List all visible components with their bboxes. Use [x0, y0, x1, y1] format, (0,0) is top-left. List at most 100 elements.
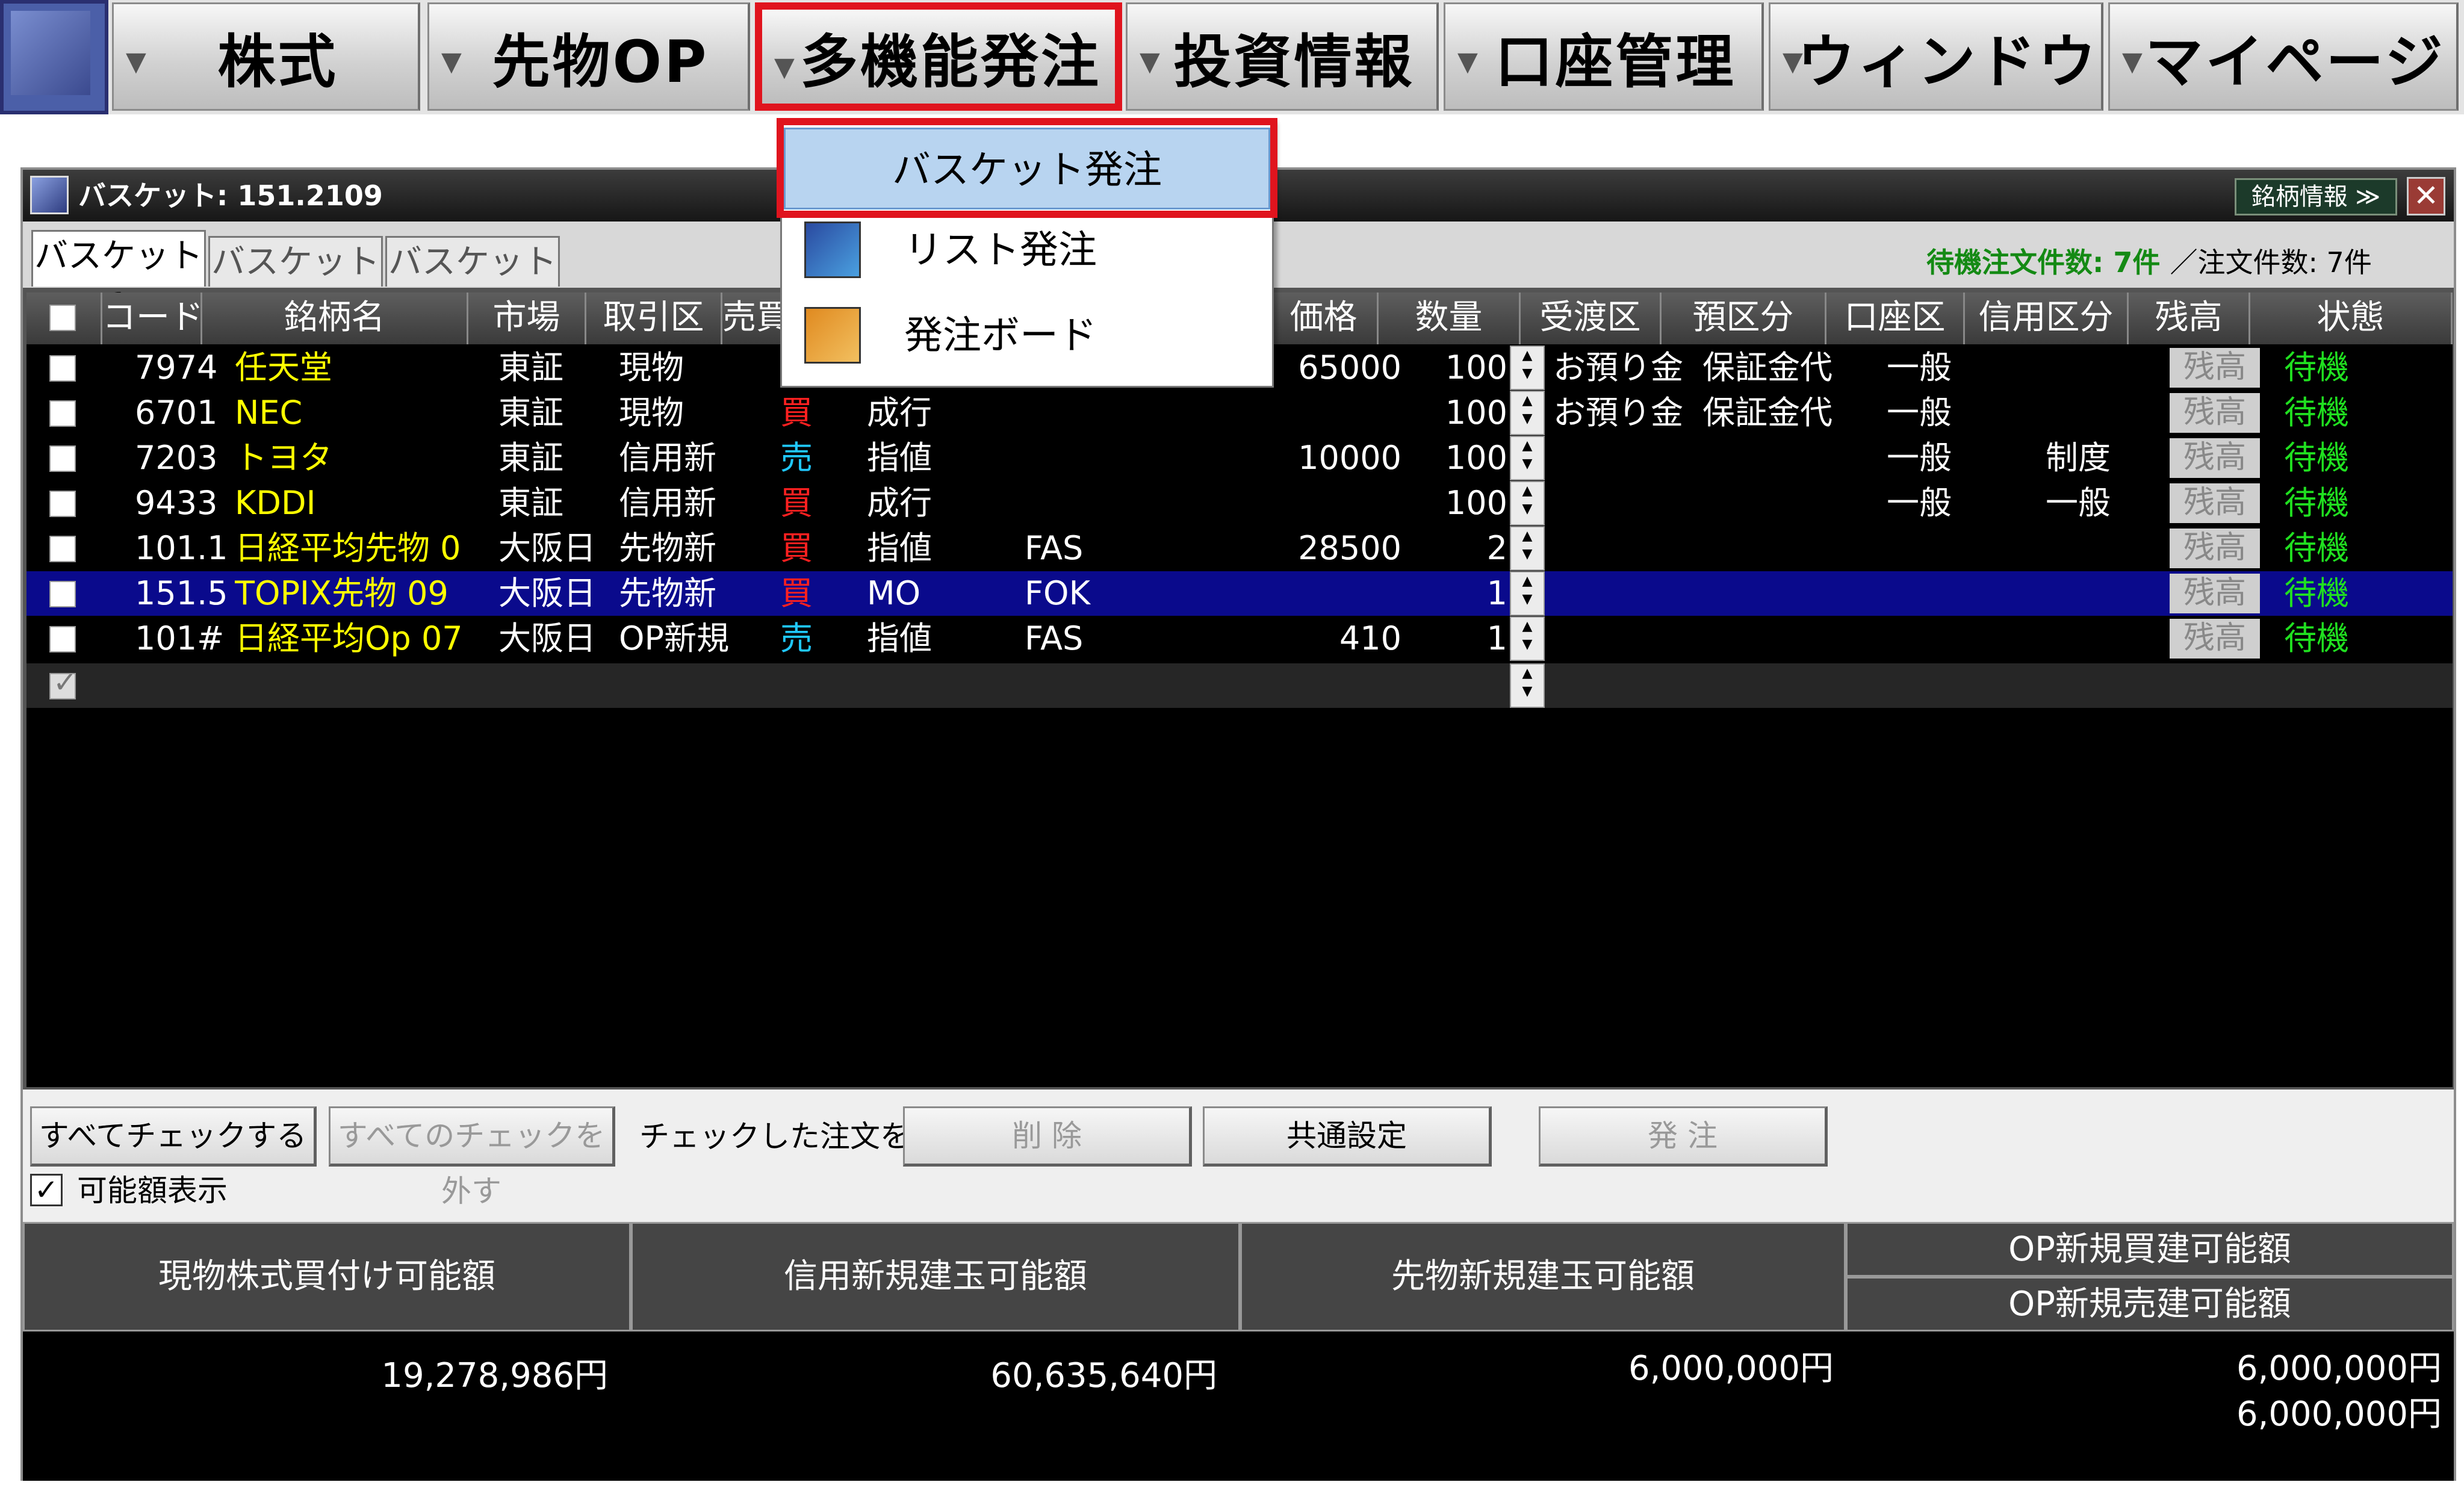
order-board-icon: [804, 307, 861, 364]
row-checkbox[interactable]: [49, 400, 76, 427]
order-row[interactable]: 101.1 日経平均先物 0 大阪日 先物新 買 指値 FAS 28500 2 待機 ▲ ▼ 残高: [26, 526, 2453, 571]
dropdown-item-order-board[interactable]: 発注ボード: [784, 295, 1270, 377]
zandaka-button[interactable]: 残高: [2170, 348, 2260, 388]
cell-trade: 信用新: [619, 439, 716, 477]
row-checkbox[interactable]: [49, 536, 76, 562]
row-checkbox[interactable]: [49, 666, 77, 699]
header-side[interactable]: 売買: [722, 293, 783, 344]
header-market[interactable]: 市場: [468, 293, 586, 344]
qty-stepper[interactable]: ▲ ▼: [1510, 436, 1545, 480]
qty-stepper[interactable]: ▲ ▼: [1510, 571, 1545, 616]
summary-header-op-sell: OP新規売建可能額: [1846, 1277, 2454, 1331]
header-azukari[interactable]: 預区分: [1662, 293, 1826, 344]
cell-shinyo: 制度: [2046, 439, 2111, 477]
order-submit-button[interactable]: 発 注: [1539, 1106, 1828, 1167]
order-row[interactable]: 6701 NEC 東証 現物 買 成行 100 お預り金 保証金代 一般 待機 ▲ ▼ 残高: [26, 391, 2453, 435]
qty-stepper[interactable]: ▲ ▼: [1510, 391, 1545, 435]
order-row[interactable]: 151.5 TOPIX先物 09 大阪日 先物新 買 MO FOK 1 待機 ▲ ▼ 残高: [26, 571, 2453, 616]
zandaka-button[interactable]: 残高: [2170, 574, 2260, 613]
row-checkbox[interactable]: [49, 355, 76, 382]
cell-koza: 一般: [1887, 439, 1952, 477]
qty-stepper[interactable]: ▲ ▼: [1510, 346, 1545, 390]
dropdown-arrow-icon: ▼: [1457, 46, 1480, 77]
close-icon[interactable]: ✕: [2407, 177, 2445, 215]
cell-ukewatashi: お預り金: [1553, 349, 1683, 386]
order-row[interactable]: 101# 日経平均Op 07 大阪日 OP新規 売 指値 FAS 410 1 待機 ▲ ▼ 残高: [26, 616, 2453, 661]
zandaka-button[interactable]: 残高: [2170, 393, 2260, 433]
order-row[interactable]: 7203 トヨタ 東証 信用新 売 指値 10000 100 一般 制度 待機 ▲ ▼ 残高: [26, 436, 2453, 480]
cell-code: 7974: [135, 349, 218, 386]
cell-side: 買: [780, 394, 813, 432]
delete-button[interactable]: 削 除: [903, 1106, 1192, 1167]
row-checkbox[interactable]: [49, 445, 76, 472]
header-ukewatashi[interactable]: 受渡区: [1521, 293, 1662, 344]
header-select-all[interactable]: [26, 293, 102, 344]
cell-exec: FAS: [1025, 529, 1084, 567]
menu-item-sakimono-op[interactable]: ▼ 先物OP: [427, 2, 750, 111]
cell-trade: 先物新: [619, 529, 716, 567]
qty-stepper[interactable]: ▲ ▼: [1510, 526, 1545, 571]
menu-item-takinou-hatchuu[interactable]: ▼ 多機能発注: [755, 2, 1122, 111]
cell-market: 東証: [498, 394, 563, 432]
row-checkbox[interactable]: [49, 626, 76, 653]
cell-price: 28500: [1298, 529, 1401, 567]
menu-item-toushi-jouhou[interactable]: ▼ 投資情報: [1126, 2, 1439, 111]
show-available-checkbox[interactable]: ✓: [30, 1174, 63, 1206]
dropdown-highlight-frame: [777, 118, 1277, 218]
tab-basket-2[interactable]: バスケット2: [208, 236, 383, 331]
qty-stepper[interactable]: ▲ ▼: [1510, 616, 1545, 661]
cell-market: 東証: [498, 439, 563, 477]
header-status[interactable]: 状態: [2250, 293, 2453, 344]
row-checkbox[interactable]: [49, 491, 76, 517]
cell-cond: 成行: [867, 484, 932, 522]
header-price[interactable]: 価格: [1270, 293, 1379, 344]
menu-item-kouza-kanri[interactable]: ▼ 口座管理: [1444, 2, 1764, 111]
summary-value-genbutsu: 19,278,986円: [381, 1356, 608, 1395]
dropdown-item-list-order[interactable]: リスト発注: [784, 209, 1270, 291]
header-shinyo[interactable]: 信用区分: [1965, 293, 2129, 344]
tab-basket-3[interactable]: バスケット3: [385, 236, 560, 331]
cell-code: 101.1: [135, 529, 225, 567]
cell-exec: [1025, 481, 1121, 525]
new-order-row[interactable]: ▲▼: [26, 663, 2453, 708]
cell-cond: 指値: [867, 619, 932, 657]
meigara-info-button[interactable]: 銘柄情報 ≫: [2235, 178, 2397, 215]
select-all-checkbox[interactable]: [49, 305, 76, 331]
check-all-button[interactable]: すべてチェックする: [30, 1106, 317, 1167]
dropdown-arrow-icon: ▼: [441, 46, 464, 77]
menu-item-mypage[interactable]: ▼ マイページ: [2108, 2, 2459, 111]
cell-trade: 現物: [619, 349, 684, 386]
menu-item-window[interactable]: ▼ ウィンドウ: [1769, 2, 2103, 111]
app-logo-icon[interactable]: [0, 0, 108, 114]
cell-trade: 現物: [619, 394, 684, 432]
header-code[interactable]: コード: [102, 293, 202, 344]
cell-market: 東証: [498, 349, 563, 386]
tab-basket-1[interactable]: バスケット1: [31, 230, 206, 325]
zandaka-button[interactable]: 残高: [2170, 438, 2260, 478]
cell-status: 待機: [2284, 349, 2349, 386]
uncheck-all-button[interactable]: すべてのチェックを外す: [329, 1106, 615, 1209]
zandaka-button[interactable]: 残高: [2170, 529, 2260, 568]
header-trade[interactable]: 取引区: [586, 293, 722, 344]
row-checkbox[interactable]: [49, 581, 76, 607]
order-row[interactable]: 9433 KDDI 東証 信用新 買 成行 100 一般 一般 待機 ▲ ▼ 残高: [26, 481, 2453, 525]
header-qty[interactable]: 数量: [1379, 293, 1521, 344]
menu-item-kabushiki[interactable]: ▼ 株式: [112, 2, 420, 111]
summary-value-op-sell: 6,000,000円: [2236, 1395, 2442, 1434]
cell-koza: [1887, 571, 1959, 616]
cell-market: 大阪日: [498, 529, 596, 567]
cell-name: 日経平均先物 0: [235, 529, 461, 567]
common-settings-button[interactable]: 共通設定: [1203, 1106, 1492, 1167]
zandaka-button[interactable]: 残高: [2170, 483, 2260, 523]
zandaka-button[interactable]: 残高: [2170, 619, 2260, 659]
qty-stepper[interactable]: ▲ ▼: [1510, 481, 1545, 525]
header-koza[interactable]: 口座区: [1826, 293, 1965, 344]
cell-price: [1291, 391, 1401, 435]
header-zandaka[interactable]: 残高: [2129, 293, 2250, 344]
qty-stepper[interactable]: ▲ ▼: [1510, 663, 1545, 708]
header-name[interactable]: 銘柄名: [202, 293, 468, 344]
cell-ukewatashi: [1553, 526, 1692, 571]
cell-name: KDDI: [235, 484, 316, 522]
cell-code: 101#: [135, 619, 225, 657]
cell-trade: 信用新: [619, 484, 716, 522]
